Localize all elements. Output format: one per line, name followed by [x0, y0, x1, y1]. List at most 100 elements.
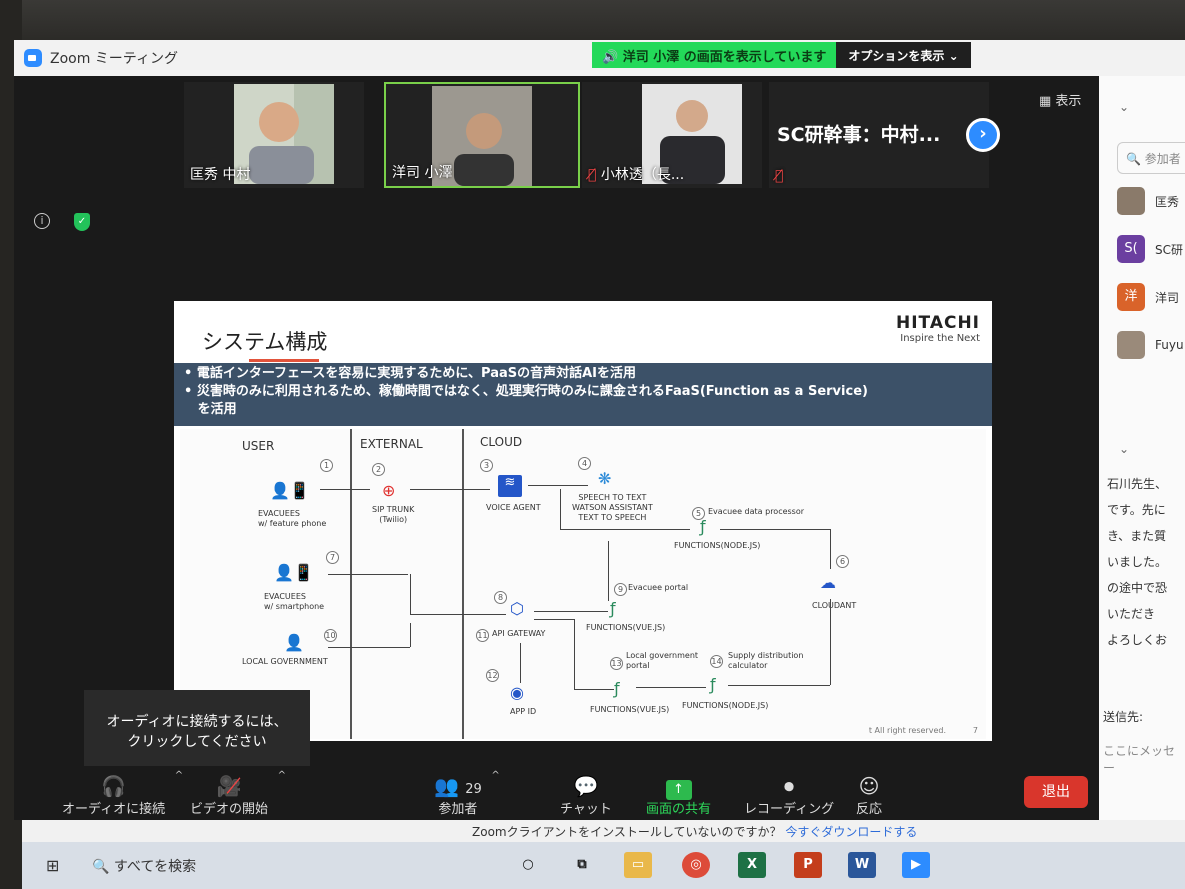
connector-line	[574, 619, 575, 689]
connector-line	[528, 485, 588, 486]
node-lg-portal-label: Local government portal	[626, 651, 699, 670]
leave-button[interactable]: 退出	[1024, 776, 1088, 808]
headphones-icon: 🎧	[101, 774, 126, 798]
collapse-chevron-icon[interactable]: ⌄	[1119, 442, 1129, 456]
participants-options-caret[interactable]: ^	[491, 770, 499, 781]
chat-label: チャット	[560, 802, 612, 817]
api-gateway-icon: ⬡	[510, 599, 524, 618]
video-options-caret[interactable]: ^	[278, 770, 286, 781]
send-to-label: 送信先:	[1103, 710, 1144, 724]
participant-row-name: SC研	[1155, 242, 1183, 257]
audio-button[interactable]: 🎧 オーディオに接続 ^	[62, 770, 183, 817]
slide-bullets: • 電話インターフェースを容易に実現するために、PaaSの音声対話AIを活用 •…	[174, 363, 992, 426]
connector-line	[320, 489, 370, 490]
node-functions-node: FUNCTIONS(NODE.JS)	[674, 541, 761, 550]
avatar	[1117, 187, 1145, 215]
person-phone-icon: 👤📱	[270, 481, 310, 500]
participant-row[interactable]: 洋洋司	[1117, 282, 1185, 312]
taskbar-search[interactable]: 🔍 すべてを検索	[92, 856, 196, 876]
connector-line	[574, 689, 614, 690]
node-cloudant: CLOUDANT	[812, 601, 857, 610]
download-link[interactable]: 今すぐダウンロードする	[785, 825, 917, 839]
participant-row[interactable]: Fuyu	[1117, 330, 1185, 360]
powerpoint-icon[interactable]: P	[794, 852, 822, 878]
zoom-logo-icon	[24, 49, 42, 67]
participant-video-1[interactable]: 匡秀 中村	[184, 82, 364, 188]
participants-button[interactable]: 👥 29 参加者 ^	[434, 770, 500, 817]
zoom-taskbar-icon[interactable]: ▶	[902, 852, 930, 878]
download-prompt-text: Zoomクライアントをインストールしていないのですか？	[472, 825, 782, 839]
task-view-circle-icon[interactable]: ○	[514, 852, 542, 878]
participant-name-large: SC研幹事：中村...	[777, 124, 941, 146]
chat-line: いただき	[1107, 607, 1156, 621]
node-supply-label: Supply distribution calculator	[728, 651, 804, 670]
participant-name: 🎙̸ 小林透（長...	[588, 167, 685, 183]
node-speech-services: SPEECH TO TEXT WATSON ASSISTANT TEXT TO …	[572, 493, 653, 522]
slide-title: システム構成	[202, 330, 328, 354]
next-page-arrow-icon[interactable]: ›	[966, 118, 1000, 152]
chat-line: の途中で恐	[1107, 581, 1168, 595]
functions-icon: ƒ	[700, 517, 706, 536]
audio-options-caret[interactable]: ^	[175, 770, 183, 781]
view-options-button[interactable]: オプションを表示 ⌄	[836, 42, 971, 68]
info-icon[interactable]: i	[34, 213, 50, 229]
chrome-icon[interactable]: ◎	[682, 852, 710, 878]
node-local-government: LOCAL GOVERNMENT	[242, 657, 328, 666]
connector-line	[410, 574, 411, 614]
record-label: レコーディング	[744, 802, 835, 817]
participant-row-name: Fuyu	[1155, 338, 1184, 352]
chat-message-input[interactable]: ここにメッセー	[1103, 742, 1185, 776]
word-icon[interactable]: W	[848, 852, 876, 878]
connector-line	[328, 647, 410, 648]
participant-video-3[interactable]: 🎙̸ 小林透（長...	[582, 82, 762, 188]
step-marker: 3	[480, 459, 493, 472]
connector-line	[560, 529, 690, 530]
functions-icon: ƒ	[610, 599, 616, 618]
side-panel: ⌄ 🔍 参加者 匡秀 S(SC研 洋洋司 Fuyu ⌄ 石川先生、 です。先に …	[1099, 76, 1185, 820]
view-button[interactable]: ▦ 表示	[1039, 90, 1081, 109]
record-button[interactable]: ⏺ レコーディング	[744, 774, 834, 817]
step-marker: 8	[494, 591, 507, 604]
person-smartphone-icon: 👤📱	[274, 563, 314, 582]
chat-line: き、また質	[1107, 529, 1167, 543]
step-marker: 7	[326, 551, 339, 564]
connector-line	[520, 643, 521, 683]
video-button[interactable]: 🎥̸ ビデオの開始 ^	[190, 770, 286, 817]
muted-mic-icon: 🎙̸	[775, 168, 784, 184]
audio-tooltip: オーディオに接続するには、 クリックしてください	[84, 690, 310, 778]
participants-icon: 👥 29	[434, 774, 482, 798]
node-sip-trunk: SIP TRUNK (Twilio)	[372, 505, 415, 524]
sharing-indicator: 🔊 洋司 小澤 の画面を表示しています	[592, 42, 837, 68]
connector-line	[830, 529, 831, 569]
avatar: 洋	[1117, 283, 1145, 311]
node-api-gateway: API GATEWAY	[492, 629, 546, 638]
divider-line	[462, 429, 464, 739]
participant-row[interactable]: 匡秀	[1117, 186, 1185, 216]
participant-search-input[interactable]: 🔍 参加者	[1117, 142, 1185, 174]
participant-row[interactable]: S(SC研	[1117, 234, 1185, 264]
connector-line	[410, 614, 506, 615]
chat-button[interactable]: 💬 チャット	[560, 774, 612, 817]
video-off-icon: 🎥̸	[216, 774, 242, 798]
participant-video-2-active-speaker[interactable]: 洋司 小澤	[384, 82, 580, 188]
task-view-icon[interactable]: ⧉	[568, 852, 596, 878]
participant-video-4[interactable]: SC研幹事：中村... 🎙̸	[769, 82, 989, 188]
file-explorer-icon[interactable]: ▭	[624, 852, 652, 878]
collapse-chevron-icon[interactable]: ⌄	[1119, 100, 1129, 114]
meeting-area: 匡秀 中村 洋司 小澤 🎙̸ 小林透（長... SC研幹事：中村... 🎙̸ ›…	[14, 76, 1099, 820]
node-functions-vue-2: FUNCTIONS(VUE.JS)	[590, 705, 670, 714]
node-functions-vue: FUNCTIONS(VUE.JS)	[586, 623, 666, 632]
title-underline	[249, 359, 319, 362]
bullet-2: • 災害時のみに利用されるため、稼働時間ではなく、処理実行時のみに課金されるFa…	[184, 384, 868, 399]
chat-messages: 石川先生、 です。先に き、また質 いました。 の途中で恐 いただき よろしくお	[1107, 471, 1185, 653]
security-shield-icon[interactable]: ✓	[74, 213, 90, 231]
step-marker: 9	[614, 583, 627, 596]
connector-line	[328, 574, 408, 575]
reactions-button[interactable]: ☺ 反応	[856, 774, 882, 817]
excel-icon[interactable]: X	[738, 852, 766, 878]
windows-start-icon[interactable]: ⊞	[46, 856, 59, 875]
share-screen-button[interactable]: ↑ 画面の共有	[646, 774, 711, 817]
step-marker: 6	[836, 555, 849, 568]
participant-row-name: 匡秀	[1155, 194, 1180, 209]
node-evacuee-portal-label: Evacuee portal	[628, 583, 689, 592]
